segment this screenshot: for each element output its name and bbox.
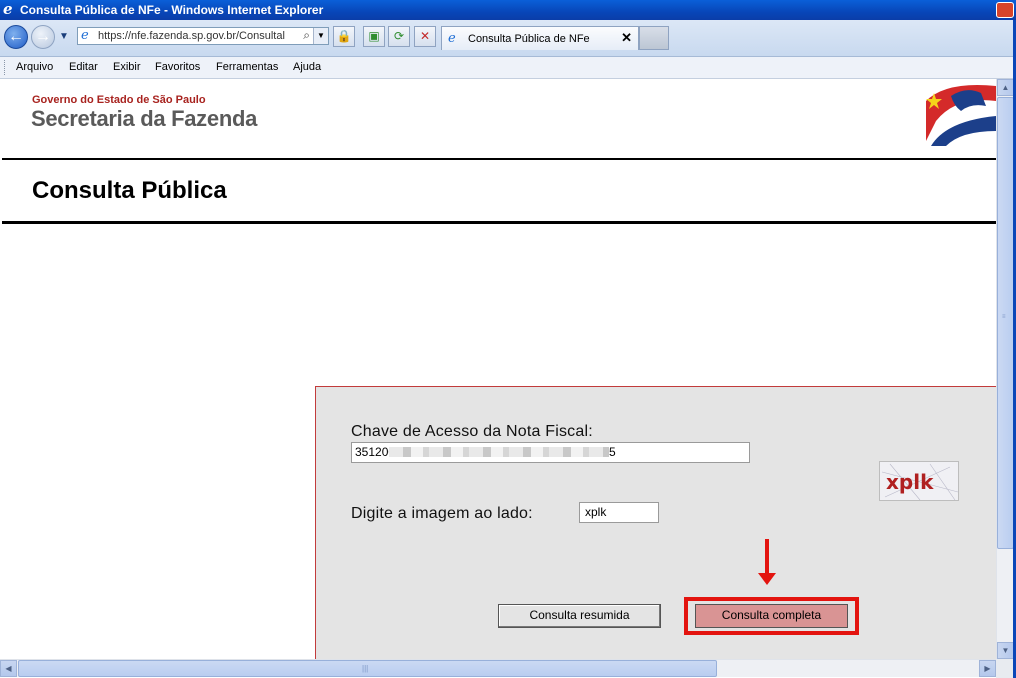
consulta-form: Chave de Acesso da Nota Fiscal: 351200 5 … <box>315 386 996 659</box>
history-dropdown-icon[interactable]: ▼ <box>59 31 69 42</box>
page-title: Consulta Pública <box>32 177 227 204</box>
captcha-input[interactable]: xplk <box>579 502 659 523</box>
consulta-resumida-button[interactable]: Consulta resumida <box>498 604 661 628</box>
tab-page-icon: e <box>448 31 456 46</box>
compatibility-view-icon[interactable]: ▣ <box>363 26 385 47</box>
search-icon[interactable]: ⌕ <box>303 28 310 43</box>
vertical-scrollbar[interactable]: ▲ ≡ ▼ <box>996 79 1014 659</box>
government-label: Governo do Estado de São Paulo <box>32 94 206 106</box>
window-title: Consulta Pública de NFe - Windows Intern… <box>20 3 324 17</box>
page-content: Governo do Estado de São Paulo Secretari… <box>2 79 996 659</box>
annotation-arrow-head <box>758 573 776 585</box>
menu-ajuda[interactable]: Ajuda <box>293 61 321 73</box>
new-tab-button[interactable] <box>639 26 669 50</box>
address-bar[interactable]: e https://nfe.fazenda.sp.gov.br/Consulta… <box>77 27 329 45</box>
state-logo <box>926 81 996 146</box>
menu-arquivo[interactable]: Arquivo <box>16 61 53 73</box>
scroll-right-icon[interactable]: ▶ <box>979 660 996 677</box>
forward-button[interactable]: → <box>31 25 55 49</box>
address-dropdown-icon[interactable]: ▼ <box>313 28 328 44</box>
close-window-button[interactable] <box>996 2 1014 18</box>
header-divider <box>2 158 996 160</box>
horizontal-scroll-thumb[interactable]: ||| <box>18 660 717 677</box>
captcha-text: xplk <box>886 470 934 494</box>
url-text[interactable]: https://nfe.fazenda.sp.gov.br/Consultal <box>98 30 285 42</box>
horizontal-scrollbar[interactable]: ◀ ||| ▶ <box>0 659 996 677</box>
scroll-left-icon[interactable]: ◀ <box>0 660 17 677</box>
tab-label: Consulta Pública de NFe <box>468 33 590 45</box>
refresh-icon[interactable]: ⟳ <box>388 26 410 47</box>
title-divider <box>2 221 996 224</box>
chave-label: Chave de Acesso da Nota Fiscal: <box>351 423 593 440</box>
page-icon: e <box>81 28 89 43</box>
menu-bar: Arquivo Editar Exibir Favoritos Ferramen… <box>0 57 1016 79</box>
title-bar: e Consulta Pública de NFe - Windows Inte… <box>0 0 1016 20</box>
menu-ferramentas[interactable]: Ferramentas <box>216 61 278 73</box>
vertical-scroll-thumb[interactable]: ≡ <box>997 97 1014 549</box>
navigation-bar: ← → ▼ e https://nfe.fazenda.sp.gov.br/Co… <box>0 20 1016 57</box>
stop-icon[interactable]: ✕ <box>414 26 436 47</box>
close-tab-icon[interactable]: ✕ <box>621 30 632 46</box>
toolbar-grip <box>4 60 7 75</box>
menu-favoritos[interactable]: Favoritos <box>155 61 200 73</box>
scroll-up-icon[interactable]: ▲ <box>997 79 1014 96</box>
browser-tab[interactable]: e Consulta Pública de NFe ✕ <box>441 26 639 50</box>
lock-icon[interactable]: 🔒 <box>333 26 355 47</box>
captcha-image: xplk <box>879 461 959 501</box>
menu-editar[interactable]: Editar <box>69 61 98 73</box>
ie-icon: e <box>3 0 13 18</box>
redacted-key <box>389 447 609 457</box>
secretariat-title: Secretaria da Fazenda <box>31 106 258 131</box>
highlight-box: Consulta completa <box>684 597 859 635</box>
chave-value-end: 5 <box>609 445 616 459</box>
menu-exibir[interactable]: Exibir <box>113 61 141 73</box>
scroll-down-icon[interactable]: ▼ <box>997 642 1014 659</box>
annotation-arrow-shaft <box>765 539 769 577</box>
consulta-completa-button[interactable]: Consulta completa <box>695 604 848 628</box>
image-label: Digite a imagem ao lado: <box>351 505 533 522</box>
back-button[interactable]: ← <box>4 25 28 49</box>
